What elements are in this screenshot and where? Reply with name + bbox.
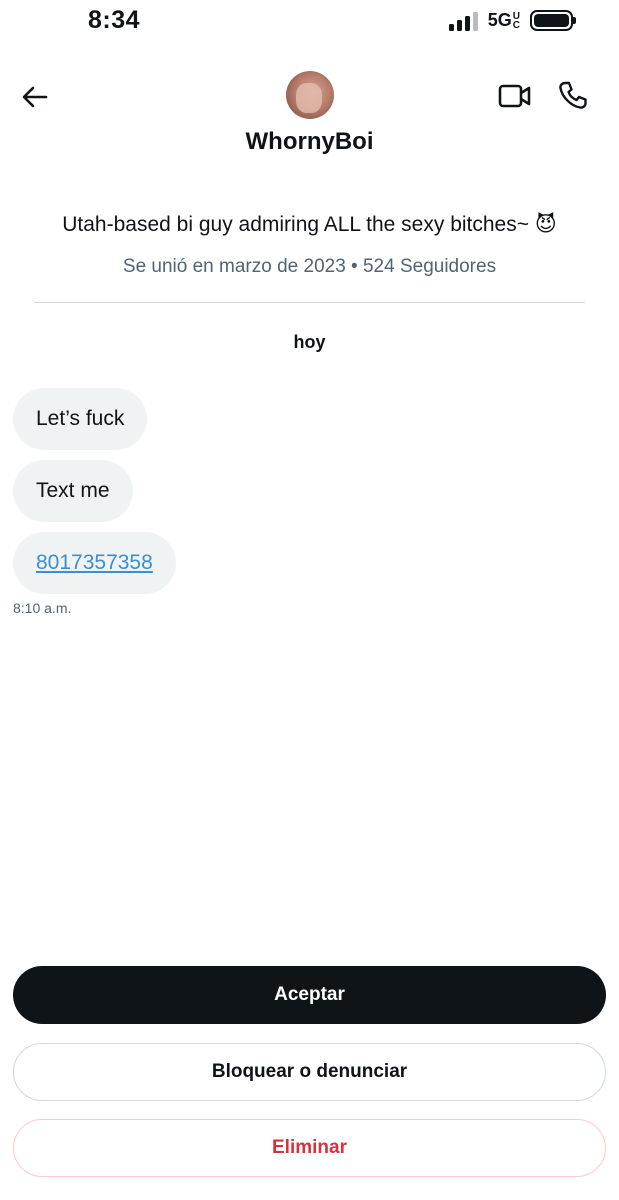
message-bubble: Let’s fuck (13, 388, 148, 450)
message-timestamp: 8:10 a.m. (13, 600, 72, 616)
phone-call-button[interactable] (556, 78, 590, 112)
status-time: 8:34 (88, 6, 141, 34)
profile-bio: Utah-based bi guy admiring ALL the sexy … (62, 213, 557, 236)
network-suffix-bottom: C (512, 19, 520, 31)
signal-icon (448, 11, 478, 31)
block-report-button[interactable]: Bloquear o denunciar (13, 1043, 606, 1101)
message-bubble: Text me (13, 460, 133, 522)
username[interactable]: WhornyBoi (0, 128, 619, 156)
dm-request-screen: 8:34 5G U C WhornyBoi Utah-based bi guy … (0, 0, 619, 1200)
accept-button[interactable]: Aceptar (13, 966, 606, 1024)
phone-icon (559, 81, 587, 109)
message-bubble-phone-link[interactable]: 8017357358 (13, 532, 176, 594)
arrow-left-icon (22, 86, 48, 108)
profile-meta: Se unió en marzo de 2023 • 524 Seguidore… (122, 256, 497, 277)
network-label: 5G (487, 10, 512, 30)
delete-button[interactable]: Eliminar (13, 1119, 606, 1177)
video-call-icon (498, 84, 531, 108)
avatar[interactable] (286, 71, 334, 119)
network-indicator: 5G U C (488, 10, 520, 31)
back-button[interactable] (18, 80, 52, 114)
status-indicators: 5G U C (448, 10, 576, 31)
video-call-button[interactable] (497, 80, 533, 112)
day-separator: hoy (293, 332, 326, 352)
battery-icon (530, 10, 576, 31)
divider (34, 302, 585, 303)
